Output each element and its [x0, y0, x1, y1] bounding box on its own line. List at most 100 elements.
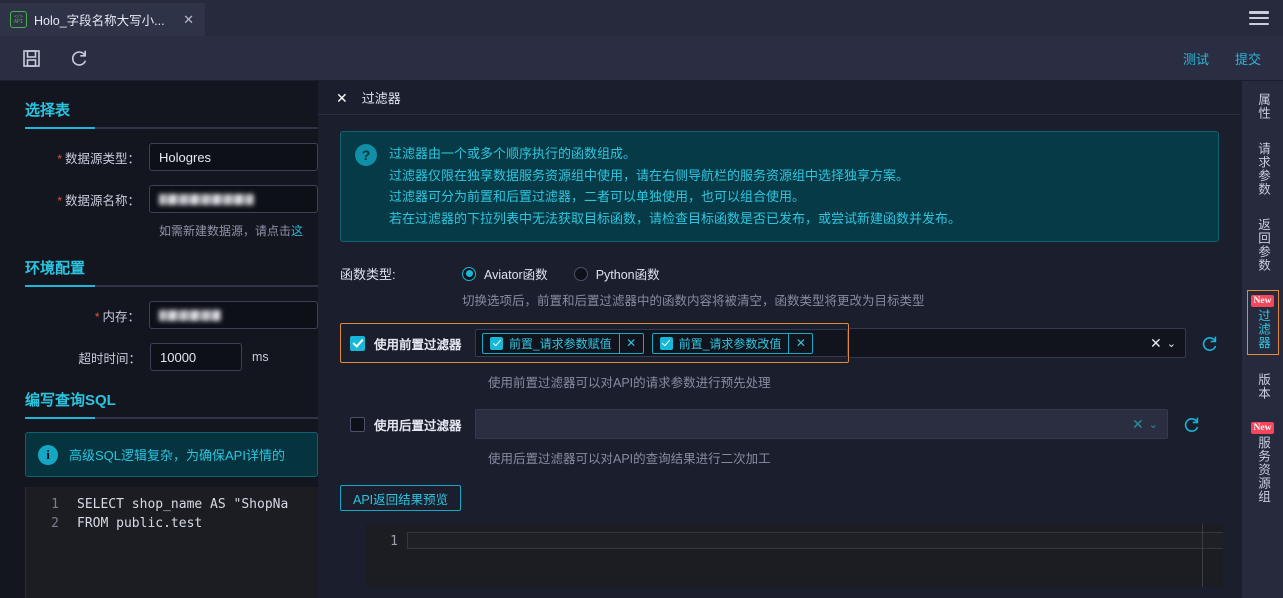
pre-filter-chip-main[interactable]: 前置_请求参数赋值 — [483, 335, 619, 352]
sql-line-numbers: 1 2 — [26, 487, 68, 598]
new-datasource-hint-text: 如需新建数据源，请点击 — [159, 224, 292, 238]
pre-filter-select-tail[interactable]: ✕ ⌄ — [849, 328, 1186, 358]
save-icon[interactable] — [14, 41, 48, 75]
pre-filter-refresh-icon[interactable] — [1200, 334, 1219, 353]
submit-button[interactable]: 提交 — [1235, 49, 1261, 68]
rail-item-service-resource-group[interactable]: New 服务资源组 — [1247, 418, 1279, 508]
notice-line: 过滤器可分为前置和后置过滤器，二者可以单独使用，也可以组合使用。 — [389, 189, 806, 204]
clear-icon[interactable]: ✕ — [1150, 335, 1162, 352]
filter-overlay-panel: ✕ 过滤器 ? 过滤器由一个或多个顺序执行的函数组成。 过滤器仅限在独享数据服务… — [318, 81, 1241, 598]
new-badge: New — [1250, 295, 1275, 307]
clear-icon[interactable]: ✕ — [1132, 416, 1144, 433]
sql-code-line: FROM public.test — [77, 516, 203, 531]
preview-code-line[interactable] — [407, 532, 1223, 549]
post-filter-checkbox[interactable]: 使用后置过滤器 — [350, 415, 475, 434]
refresh-icon[interactable] — [62, 41, 96, 75]
pre-filter-checkbox[interactable]: 使用前置过滤器 — [350, 334, 475, 353]
notice-line: 过滤器仅限在独享数据服务资源组中使用，请在右侧导航栏的服务资源组中选择独享方案。 — [389, 167, 910, 183]
rail-item-version[interactable]: 版本 — [1247, 369, 1279, 404]
hamburger-line-3 — [1249, 22, 1269, 25]
rail-item-filter[interactable]: New 过滤器 — [1246, 290, 1279, 355]
radio-python-label: Python函数 — [595, 268, 660, 282]
sql-code-line: SELECT shop_name AS "ShopNa — [77, 497, 289, 512]
line-number: 2 — [51, 516, 59, 531]
pre-filter-chip[interactable]: 前置_请求参数赋值 ✕ — [482, 332, 644, 354]
section-env-config-rule — [25, 285, 318, 287]
timeout-unit: ms — [252, 350, 269, 364]
filter-panel-body: ? 过滤器由一个或多个顺序执行的函数组成。 过滤器仅限在独享数据服务资源组中使用… — [318, 115, 1241, 587]
radio-aviator-label: Aviator函数 — [484, 268, 548, 282]
hamburger-line-2 — [1249, 16, 1269, 20]
redacted-value — [159, 193, 255, 205]
rail-item-label: 过滤器 — [1256, 309, 1270, 350]
hamburger-line-1 — [1249, 11, 1269, 14]
notice-line: 若在过滤器的下拉列表中无法获取目标函数，请检查目标函数是否已发布，或尝试新建函数… — [389, 210, 962, 226]
rail-item-attributes[interactable]: 属性 — [1247, 89, 1279, 124]
radio-aviator-input[interactable] — [462, 266, 476, 281]
pre-filter-select-actions: ✕ ⌄ — [1150, 335, 1179, 352]
sql-info-text: 高级SQL逻辑复杂，为确保API详情的 — [69, 448, 285, 463]
datasource-type-select[interactable]: Hologres — [149, 143, 318, 171]
hamburger-menu-icon[interactable] — [1249, 11, 1269, 25]
right-side-nav: 属性 请求参数 返回参数 New 过滤器 版本 New 服务资源组 — [1241, 81, 1283, 598]
filter-panel-header: ✕ 过滤器 — [318, 81, 1241, 115]
rail-item-label: 属性 — [1256, 93, 1270, 120]
pre-filter-highlight: 使用前置过滤器 前置_请求参数赋值 ✕ 前置_请求参数改值 ✕ — [340, 323, 849, 363]
pre-filter-chip-remove-icon[interactable]: ✕ — [788, 332, 812, 354]
new-datasource-hint: 如需新建数据源，请点击这 — [159, 222, 318, 239]
api-icon: </> API — [10, 11, 27, 28]
post-filter-select[interactable]: ✕ ⌄ — [475, 409, 1168, 439]
pre-filter-chip-remove-icon[interactable]: ✕ — [618, 332, 643, 354]
rail-item-response-params[interactable]: 返回参数 — [1247, 214, 1279, 276]
timeout-input[interactable]: 10000 — [150, 343, 242, 371]
sql-code[interactable]: SELECT shop_name AS "ShopNa FROM public.… — [68, 487, 288, 598]
section-write-sql-title: 编写查询SQL — [25, 392, 116, 409]
datasource-type-row: 数据源类型： Hologres — [0, 143, 318, 171]
pre-filter-chip-main[interactable]: 前置_请求参数改值 — [653, 335, 789, 352]
function-type-note: 切换选项后，前置和后置过滤器中的函数内容将被清空，函数类型将更改为目标类型 — [462, 294, 925, 308]
pre-filter-chip[interactable]: 前置_请求参数改值 ✕ — [651, 332, 814, 354]
rail-item-label: 服务资源组 — [1256, 435, 1270, 504]
datasource-name-row: 数据源名称： — [0, 185, 318, 213]
pre-filter-chip-label: 前置_请求参数改值 — [678, 336, 782, 351]
chevron-down-icon[interactable]: ⌄ — [1167, 337, 1176, 350]
function-type-row: 函数类型: Aviator函数 Python函数 — [340, 264, 1219, 283]
close-icon[interactable]: ✕ — [336, 91, 348, 105]
new-datasource-link[interactable]: 这 — [291, 224, 303, 238]
post-filter-checkbox-input[interactable] — [350, 416, 365, 432]
memory-select[interactable] — [149, 301, 318, 329]
rail-item-request-params[interactable]: 请求参数 — [1247, 138, 1279, 200]
test-button[interactable]: 测试 — [1183, 49, 1209, 68]
api-result-preview-button[interactable]: API返回结果预览 — [340, 485, 462, 511]
new-badge: New — [1250, 421, 1275, 434]
pre-filter-chip-checkbox[interactable] — [490, 336, 503, 350]
preview-line-numbers: 1 — [365, 524, 407, 587]
section-write-sql-rule — [25, 417, 318, 419]
close-icon[interactable]: ✕ — [180, 12, 197, 28]
rail-item-label: 返回参数 — [1256, 218, 1270, 272]
pre-filter-chip-checkbox[interactable] — [659, 336, 673, 350]
pre-filter-checkbox-label: 使用前置过滤器 — [374, 337, 462, 352]
tab-bar: </> API Holo_字段名称大写小... ✕ — [0, 0, 1283, 36]
tab-title: Holo_字段名称大写小... — [34, 14, 165, 28]
post-filter-row: 使用后置过滤器 ✕ ⌄ — [340, 409, 1201, 439]
datasource-name-select[interactable] — [149, 185, 318, 213]
memory-label: 内存： — [0, 306, 149, 325]
pre-filter-checkbox-input[interactable] — [350, 335, 365, 351]
panel-title: 过滤器 — [361, 91, 401, 106]
datasource-type-label: 数据源类型： — [0, 148, 149, 167]
browser-tab[interactable]: </> API Holo_字段名称大写小... ✕ — [0, 3, 205, 36]
post-filter-refresh-icon[interactable] — [1182, 415, 1201, 434]
api-result-preview-editor[interactable]: 1 — [365, 524, 1223, 587]
chevron-down-icon[interactable]: ⌄ — [1149, 418, 1158, 431]
api-icon-line2: API — [13, 18, 24, 25]
section-select-table-title: 选择表 — [25, 102, 71, 119]
radio-python-input[interactable] — [573, 266, 588, 281]
section-env-config-title: 环境配置 — [25, 260, 86, 277]
radio-aviator[interactable]: Aviator函数 — [462, 264, 548, 283]
radio-python[interactable]: Python函数 — [573, 264, 660, 283]
pre-filter-select[interactable]: 前置_请求参数赋值 ✕ 前置_请求参数改值 ✕ — [475, 329, 848, 357]
sql-editor[interactable]: 1 2 SELECT shop_name AS "ShopNa FROM pub… — [25, 487, 318, 598]
pre-filter-note: 使用前置过滤器可以对API的请求参数进行预先处理 — [488, 376, 771, 390]
toolbar: 测试 提交 — [0, 36, 1283, 81]
